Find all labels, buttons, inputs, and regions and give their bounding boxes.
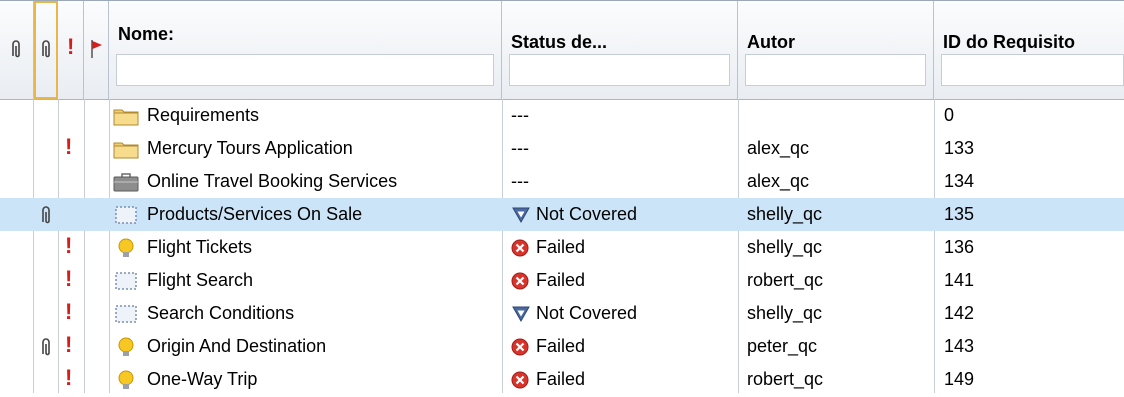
name-filter-input[interactable]: [116, 54, 494, 86]
status-value: Failed: [536, 270, 586, 290]
req-id-filter-input[interactable]: [941, 54, 1124, 86]
table-row[interactable]: ! Search Conditions Not Covered shelly_qc 14…: [0, 297, 1124, 330]
table-row[interactable]: Products/Services On Sale Not Covered shel…: [0, 198, 1124, 231]
column-header-priority[interactable]: !: [58, 1, 84, 99]
table-row[interactable]: Requirements --- 0: [0, 99, 1124, 132]
status-value: Not Covered: [536, 303, 638, 323]
author-value: robert_qc: [747, 369, 824, 389]
column-label-status: Status de...: [511, 32, 608, 52]
flag-icon: [91, 40, 102, 58]
table-row[interactable]: Online Travel Booking Services --- alex_qc…: [0, 165, 1124, 198]
author-filter-input[interactable]: [745, 54, 926, 86]
exclamation-icon: !: [67, 34, 75, 59]
table-row[interactable]: ! Flight Tickets Failed shelly_qc 136: [0, 231, 1124, 264]
paperclip-icon: [42, 40, 50, 58]
paperclip-icon: [12, 40, 20, 58]
req-id-value: 135: [944, 204, 975, 224]
requirement-name[interactable]: Products/Services On Sale: [147, 198, 362, 231]
dotted-box-icon: [113, 304, 139, 329]
dotted-box-icon: [113, 205, 139, 230]
not-covered-icon: [511, 206, 531, 229]
failed-icon: [511, 239, 529, 262]
author-value: shelly_qc: [747, 204, 823, 224]
grid-header: ! Nome: Status de... Autor ID do Requisi…: [0, 1, 1124, 100]
dotted-box-icon: [113, 271, 139, 296]
high-priority-icon: !: [65, 299, 73, 324]
folder-icon: [113, 139, 139, 164]
req-id-value: 133: [944, 138, 975, 158]
req-id-value: 142: [944, 303, 975, 323]
status-value: Failed: [536, 237, 586, 257]
high-priority-icon: !: [65, 266, 73, 291]
req-id-value: 0: [944, 105, 955, 125]
req-id-value: 141: [944, 270, 975, 290]
column-label-req-id: ID do Requisito: [943, 32, 1075, 52]
table-row[interactable]: ! Mercury Tours Application --- alex_qc 133: [0, 132, 1124, 165]
high-priority-icon: !: [65, 365, 73, 390]
author-value: robert_qc: [747, 270, 824, 290]
column-label-name: Nome:: [118, 24, 175, 44]
table-row[interactable]: ! Origin And Destination Failed peter_qc 143: [0, 330, 1124, 363]
column-header-req-id[interactable]: ID do Requisito: [934, 1, 1124, 99]
high-priority-icon: !: [65, 233, 73, 258]
requirement-name[interactable]: Origin And Destination: [147, 330, 326, 363]
status-value: ---: [511, 105, 529, 125]
requirement-name[interactable]: Online Travel Booking Services: [147, 165, 397, 198]
requirement-name[interactable]: Flight Search: [147, 264, 253, 297]
column-header-status[interactable]: Status de...: [502, 1, 738, 99]
column-label-author: Autor: [747, 32, 795, 52]
not-covered-icon: [511, 305, 531, 328]
table-row[interactable]: ! One-Way Trip Failed robert_qc 149: [0, 363, 1124, 396]
column-header-author[interactable]: Autor: [738, 1, 934, 99]
column-header-attachment-2[interactable]: [34, 1, 58, 99]
paperclip-icon[interactable]: [39, 337, 53, 359]
requirements-grid: ! Nome: Status de... Autor ID do Requisi…: [0, 0, 1124, 393]
failed-icon: [511, 272, 529, 295]
requirement-name[interactable]: Search Conditions: [147, 297, 294, 330]
folder-icon: [113, 106, 139, 131]
lightbulb-icon: [113, 337, 139, 364]
table-row[interactable]: ! Flight Search Failed robert_qc 141: [0, 264, 1124, 297]
failed-icon: [511, 338, 529, 361]
status-value: Failed: [536, 336, 586, 356]
high-priority-icon: !: [65, 134, 73, 159]
requirement-name[interactable]: Mercury Tours Application: [147, 132, 353, 165]
req-id-value: 136: [944, 237, 975, 257]
author-value: alex_qc: [747, 171, 810, 191]
status-value: ---: [511, 171, 529, 191]
lightbulb-icon: [113, 238, 139, 265]
status-value: Failed: [536, 369, 586, 389]
briefcase-icon: [113, 172, 139, 197]
req-id-value: 143: [944, 336, 975, 356]
column-header-flag[interactable]: [84, 1, 109, 99]
requirement-name[interactable]: One-Way Trip: [147, 363, 257, 396]
author-value: alex_qc: [747, 138, 810, 158]
author-value: shelly_qc: [747, 237, 823, 257]
column-header-attachment[interactable]: [0, 1, 34, 99]
high-priority-icon: !: [65, 332, 73, 357]
author-value: peter_qc: [747, 336, 818, 356]
status-value: Not Covered: [536, 204, 638, 224]
req-id-value: 134: [944, 171, 975, 191]
requirement-name[interactable]: Flight Tickets: [147, 231, 252, 264]
paperclip-icon[interactable]: [39, 205, 53, 227]
author-value: shelly_qc: [747, 303, 823, 323]
status-filter-input[interactable]: [509, 54, 730, 86]
status-value: ---: [511, 138, 529, 158]
failed-icon: [511, 371, 529, 394]
requirement-name[interactable]: Requirements: [147, 99, 259, 132]
req-id-value: 149: [944, 369, 975, 389]
column-header-name[interactable]: Nome:: [109, 1, 502, 99]
